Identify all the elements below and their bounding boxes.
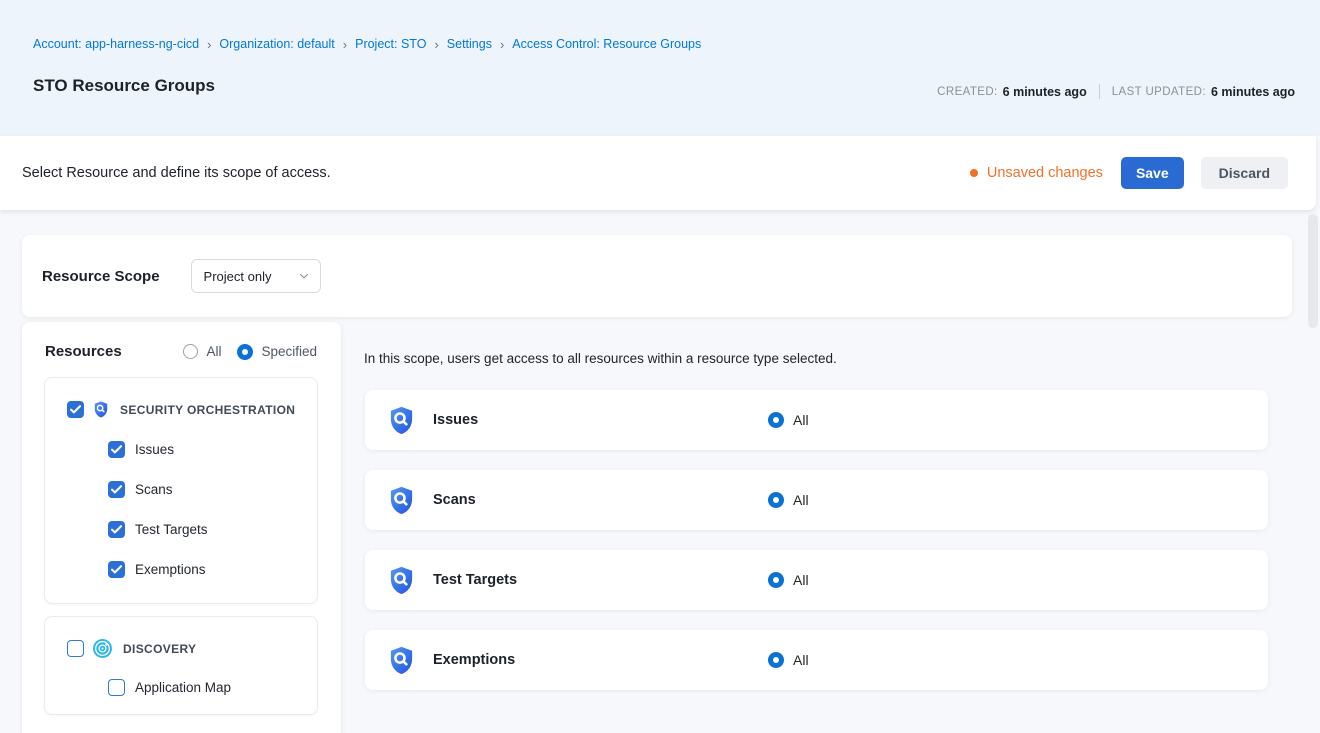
- resource-card-test-targets: Test Targets All: [365, 550, 1268, 610]
- resource-checkbox-row[interactable]: Test Targets: [108, 521, 317, 538]
- resource-card-title: Exemptions: [433, 652, 515, 668]
- chevron-right-icon: ›: [343, 38, 347, 51]
- group-label: DISCOVERY: [123, 642, 196, 656]
- chevron-right-icon: ›: [207, 38, 211, 51]
- resource-scope-card: Resource Scope Project only: [22, 235, 1292, 317]
- last-updated-label: LAST UPDATED:: [1112, 86, 1206, 98]
- resource-scope-select[interactable]: Project only: [191, 259, 321, 293]
- chevron-down-icon: [298, 270, 310, 282]
- created-value: 6 minutes ago: [1003, 85, 1087, 99]
- header-meta: CREATED: 6 minutes ago LAST UPDATED: 6 m…: [937, 84, 1295, 99]
- checkbox-checked-icon: [108, 561, 125, 578]
- checkbox-checked-icon: [108, 441, 125, 458]
- content-area: Resource Scope Project only Resources Al…: [0, 210, 1320, 733]
- page-title: STO Resource Groups: [33, 76, 215, 96]
- meta-divider: [1099, 84, 1100, 99]
- discard-button[interactable]: Discard: [1201, 157, 1288, 189]
- resource-checkbox-row[interactable]: Exemptions: [108, 561, 317, 578]
- resource-scope-selected-value: Project only: [204, 269, 272, 284]
- access-radio-all[interactable]: All: [768, 652, 809, 668]
- resource-checkbox-row[interactable]: Scans: [108, 481, 317, 498]
- last-updated-value: 6 minutes ago: [1211, 85, 1295, 99]
- resources-title: Resources: [45, 343, 122, 360]
- resource-item-label: Scans: [135, 482, 173, 497]
- radio-selected-icon: [768, 572, 784, 588]
- toolbar-description: Select Resource and define its scope of …: [22, 165, 331, 181]
- resource-item-label: Application Map: [135, 680, 231, 695]
- created-label: CREATED:: [937, 86, 998, 98]
- resources-panel-header: Resources All Specified: [22, 322, 341, 360]
- resources-panel: Resources All Specified: [22, 322, 341, 733]
- security-shield-icon: [93, 401, 109, 418]
- checkbox-checked-icon: [108, 481, 125, 498]
- resource-item-label: Exemptions: [135, 562, 206, 577]
- unsaved-changes-status: Unsaved changes: [970, 165, 1103, 181]
- resource-checkbox-row[interactable]: Application Map: [108, 679, 317, 696]
- unsaved-changes-label: Unsaved changes: [987, 165, 1103, 181]
- radio-selected-icon: [237, 344, 253, 360]
- access-radio-all[interactable]: All: [768, 412, 809, 428]
- shield-search-icon: [388, 566, 415, 595]
- resource-checkbox-row[interactable]: Issues: [108, 441, 317, 458]
- checkbox-checked-icon: [108, 521, 125, 538]
- breadcrumb-account[interactable]: Account: app-harness-ng-cicd: [33, 37, 199, 51]
- save-button[interactable]: Save: [1121, 157, 1184, 189]
- resource-card-scans: Scans All: [365, 470, 1268, 530]
- radio-specified[interactable]: Specified: [237, 344, 317, 360]
- shield-search-icon: [388, 486, 415, 515]
- breadcrumb-access-control[interactable]: Access Control: Resource Groups: [512, 37, 701, 51]
- checkbox-unchecked-icon: [67, 640, 84, 657]
- checkbox-unchecked-icon: [108, 679, 125, 696]
- access-label: All: [793, 652, 809, 668]
- breadcrumb: Account: app-harness-ng-cicd › Organizat…: [33, 37, 701, 51]
- resource-card-issues: Issues All: [365, 390, 1268, 450]
- radio-selected-icon: [768, 412, 784, 428]
- breadcrumb-settings[interactable]: Settings: [447, 37, 492, 51]
- checkbox-checked-icon: [67, 401, 84, 418]
- resource-item-label: Issues: [135, 442, 174, 457]
- access-label: All: [793, 572, 809, 588]
- radio-all[interactable]: All: [183, 344, 221, 359]
- access-radio-all[interactable]: All: [768, 492, 809, 508]
- breadcrumb-organization[interactable]: Organization: default: [219, 37, 334, 51]
- resource-scope-label: Resource Scope: [42, 268, 160, 285]
- resource-card-title: Test Targets: [433, 572, 517, 588]
- discovery-radar-icon: [93, 639, 112, 658]
- group-checkbox-row[interactable]: DISCOVERY: [67, 639, 317, 658]
- breadcrumb-project[interactable]: Project: STO: [355, 37, 426, 51]
- shield-search-icon: [388, 646, 415, 675]
- access-label: All: [793, 412, 809, 428]
- group-checkbox-row[interactable]: SECURITY ORCHESTRATION: [67, 401, 317, 418]
- resource-card-exemptions: Exemptions All: [365, 630, 1268, 690]
- page-header: Account: app-harness-ng-cicd › Organizat…: [0, 0, 1320, 136]
- resources-mode-radios: All Specified: [183, 344, 317, 360]
- toolbar: Select Resource and define its scope of …: [0, 136, 1316, 210]
- radio-selected-icon: [768, 652, 784, 668]
- vertical-scrollbar-thumb[interactable]: [1308, 214, 1318, 328]
- resource-card-title: Scans: [433, 492, 476, 508]
- unsaved-dot-icon: [970, 169, 978, 177]
- access-radio-all[interactable]: All: [768, 572, 809, 588]
- radio-selected-icon: [768, 492, 784, 508]
- resource-group-security-orchestration: SECURITY ORCHESTRATION Issues Scans Test…: [44, 377, 318, 604]
- group-label: SECURITY ORCHESTRATION: [120, 403, 295, 417]
- resource-group-discovery: DISCOVERY Application Map: [44, 616, 318, 715]
- chevron-right-icon: ›: [500, 38, 504, 51]
- access-label: All: [793, 492, 809, 508]
- resource-card-title: Issues: [433, 412, 478, 428]
- chevron-right-icon: ›: [434, 38, 438, 51]
- scope-description: In this scope, users get access to all r…: [364, 351, 837, 366]
- resource-item-label: Test Targets: [135, 522, 208, 537]
- radio-all-label: All: [206, 344, 221, 359]
- shield-search-icon: [388, 406, 415, 435]
- radio-specified-label: Specified: [261, 344, 317, 359]
- radio-unselected-icon: [183, 344, 198, 359]
